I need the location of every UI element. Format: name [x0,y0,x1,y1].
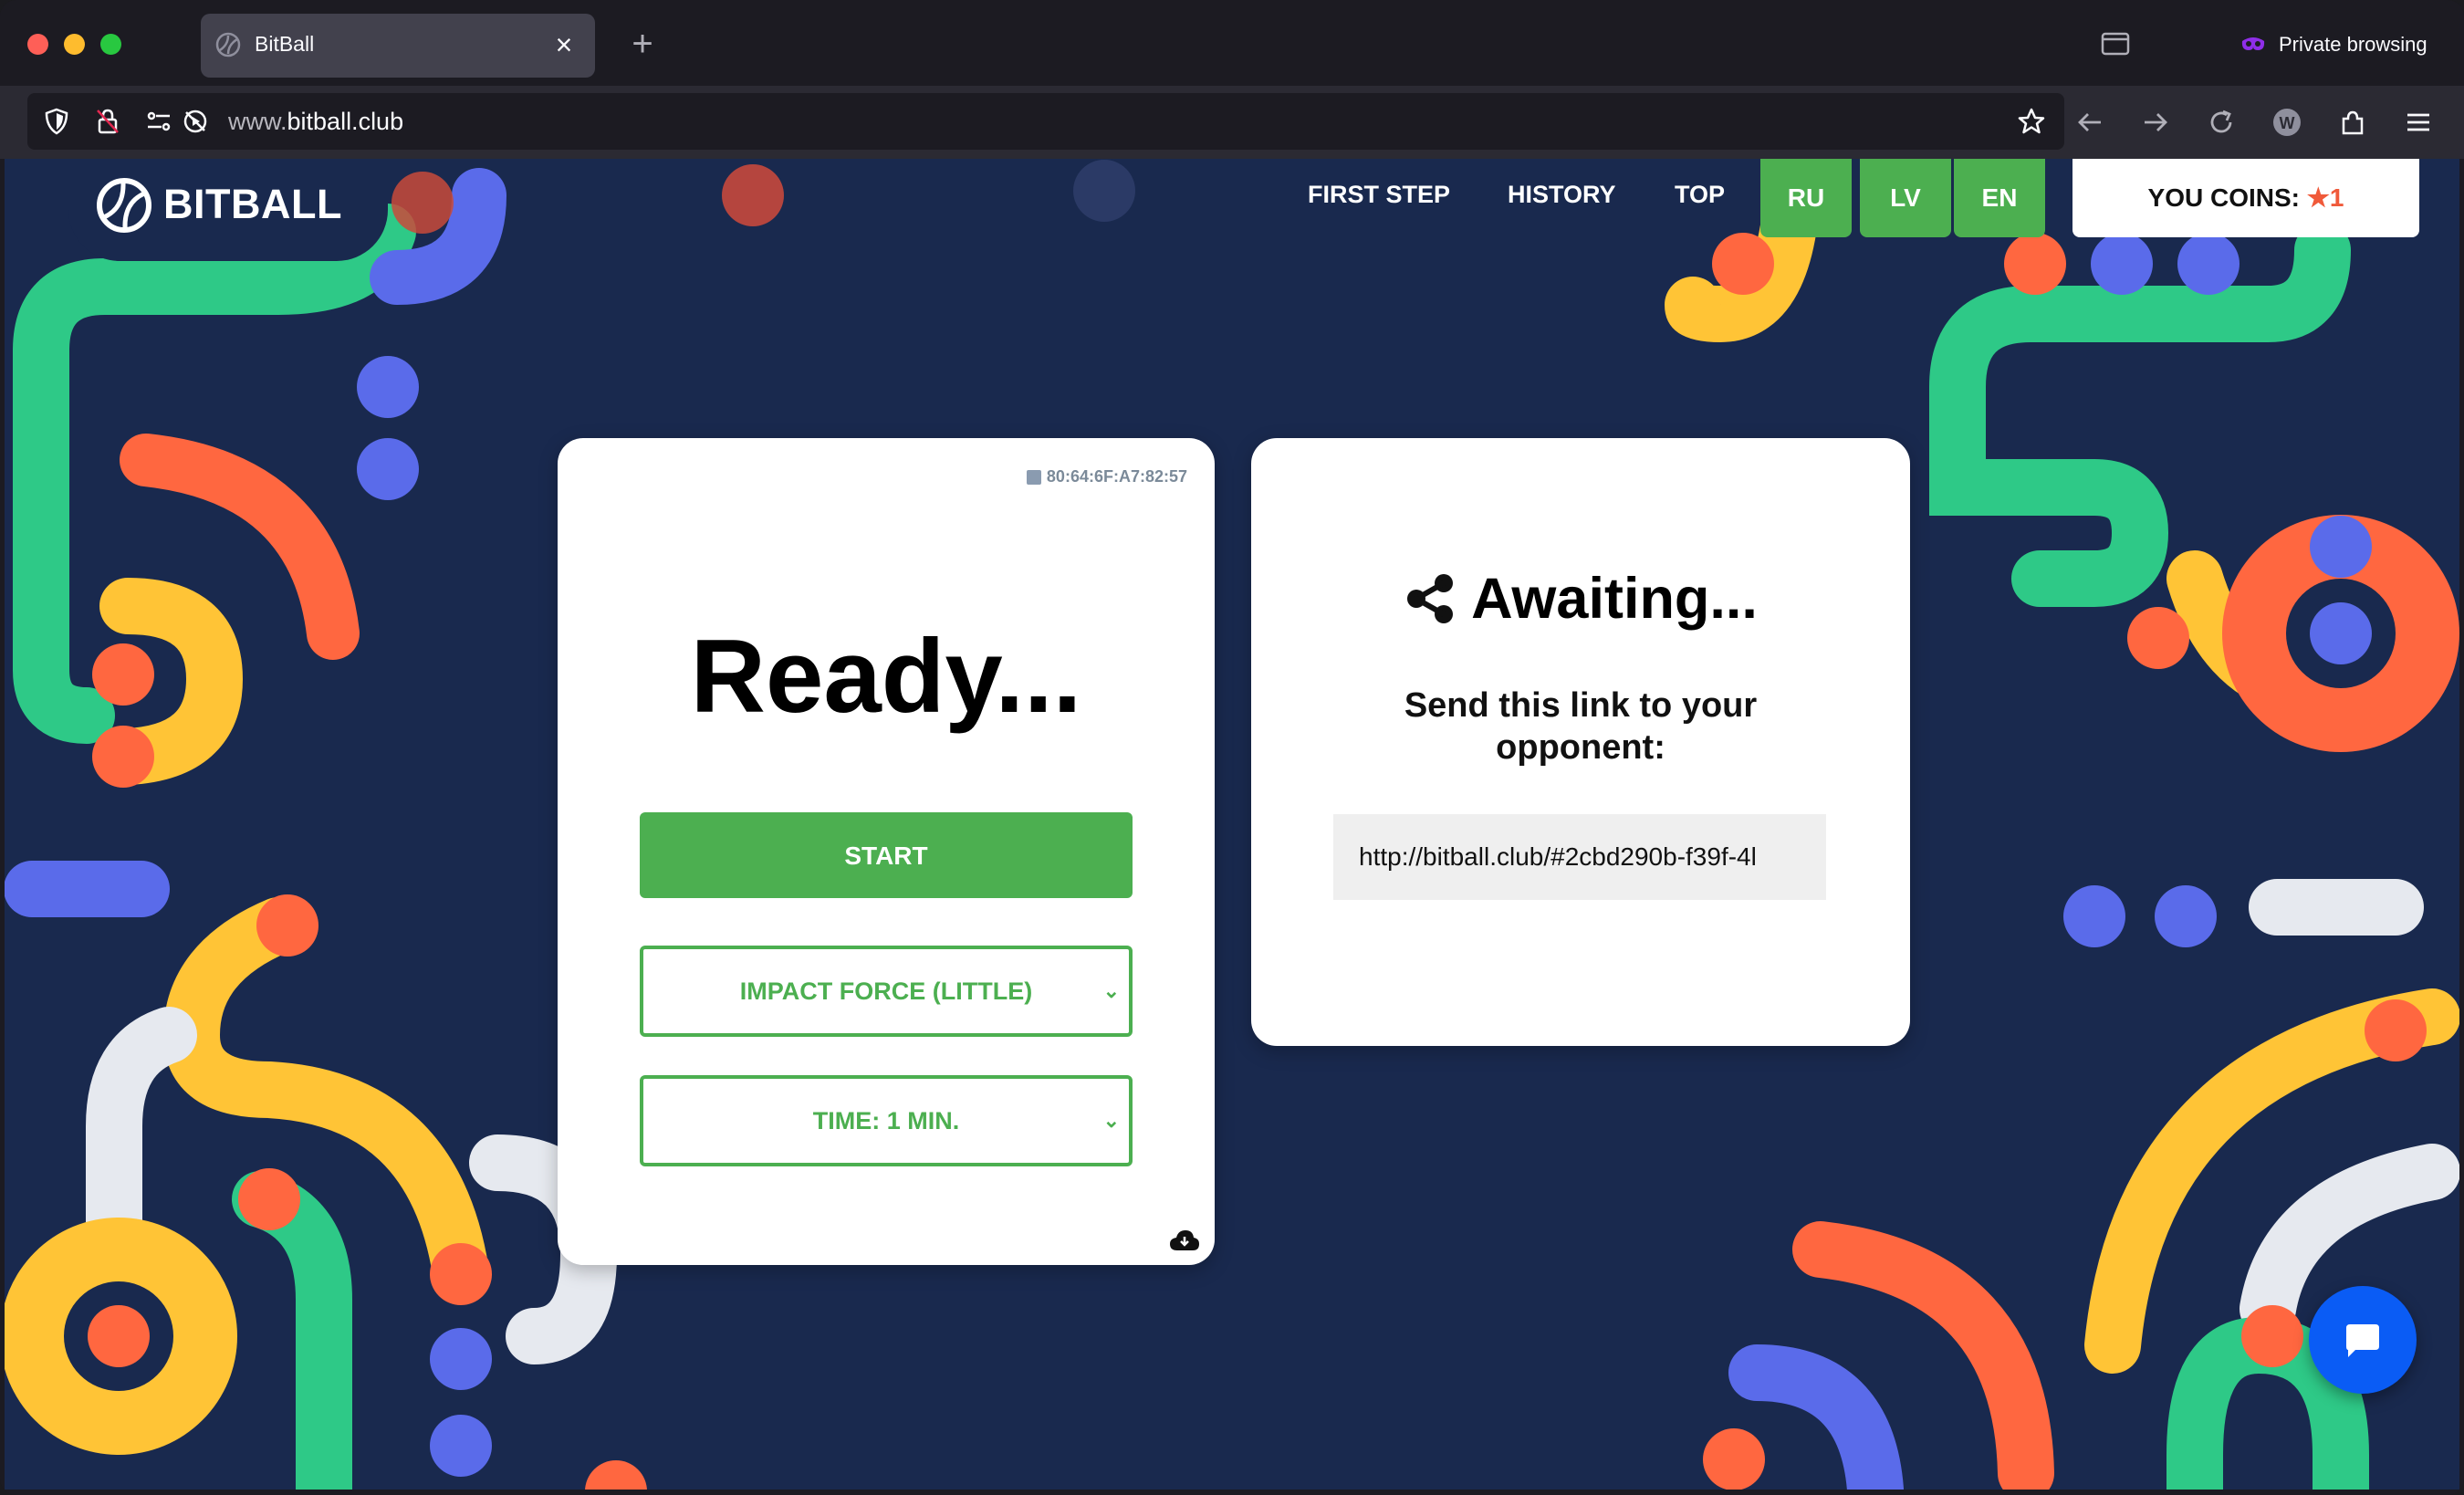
close-tab-icon[interactable]: × [546,26,582,63]
private-browsing-indicator: Private browsing [2240,30,2427,59]
impact-force-select[interactable]: IMPACT FORCE (LITTLE) ⌄ [640,946,1133,1037]
device-icon [1026,469,1041,485]
svg-text:W: W [2280,114,2295,132]
menu-top[interactable]: TOP [1675,181,1725,209]
url-prefix: www. [228,108,287,135]
back-arrow-icon[interactable] [2073,106,2106,139]
menu-first-step[interactable]: FIRST STEP [1308,181,1450,209]
coins-label: YOU COINS: [2147,183,2300,212]
tracking-protection-shield-icon[interactable] [42,107,71,136]
zoom-window-button[interactable] [100,34,121,55]
tab-overview-icon[interactable] [2101,31,2130,57]
permissions-icon[interactable] [144,107,173,136]
time-value: TIME: 1 MIN. [812,1107,960,1134]
game-status: Ready... [690,619,1082,735]
insecure-lock-icon[interactable] [93,107,122,136]
device-id: 80:64:6F:A7:82:57 [1046,467,1187,486]
share-icon [1407,574,1454,623]
awaiting-heading: Awaiting... [1251,566,1910,632]
cloud-download-icon[interactable] [1169,1228,1200,1252]
decorative-background [5,159,2459,1490]
url-text[interactable]: www.bitball.club [228,108,403,136]
tab-bar: BitBall × + Private browsing [0,0,2464,86]
url-host: bitball.club [287,108,404,135]
bitball-page: BITBALL FIRST STEP HISTORY TOP RU LV EN … [5,159,2459,1490]
chat-bubble-icon [2346,1324,2379,1357]
new-tab-icon[interactable]: + [622,24,663,64]
private-browsing-label: Private browsing [2279,33,2427,56]
forward-arrow-icon[interactable] [2139,106,2172,139]
reload-icon[interactable] [2205,106,2238,139]
star-icon: ★ [2306,183,2330,212]
awaiting-title: Awaiting... [1471,567,1758,631]
language-ru-button[interactable]: RU [1760,159,1852,237]
bookmark-star-icon[interactable] [2017,107,2046,136]
navigation-bar: www.bitball.club W [0,86,2464,159]
language-lv-button[interactable]: LV [1860,159,1951,237]
close-window-button[interactable] [27,34,48,55]
logo-text: BITBALL [163,181,342,227]
account-avatar-icon[interactable]: W [2271,106,2303,139]
app-menu-hamburger-icon[interactable] [2402,106,2435,139]
invite-link-field[interactable]: http://bitball.club/#2cbd290b-f39f-4l [1333,814,1826,900]
chat-widget-button[interactable] [2309,1286,2417,1394]
private-mask-icon [2241,37,2265,50]
coins-badge[interactable]: YOU COINS: ★1 [2072,159,2419,237]
browser-window: BitBall × + Private browsing www.bitball… [0,0,2464,1495]
tab-bitball[interactable]: BitBall × [201,14,595,78]
send-link-instruction: Send this link to your opponent: [1404,686,1758,767]
blocked-autoplay-icon[interactable] [181,107,210,136]
extensions-puzzle-icon[interactable] [2336,106,2369,139]
language-en-button[interactable]: EN [1954,159,2045,237]
address-bar[interactable]: www.bitball.club [27,93,2064,150]
impact-force-value: IMPACT FORCE (LITTLE) [739,978,1033,1005]
coins-value: 1 [2329,183,2344,212]
chevron-down-icon: ⌄ [1102,979,1120,1002]
bitball-favicon-icon [215,32,241,58]
tennis-ball-logo-icon [97,178,151,233]
minimize-window-button[interactable] [64,34,85,55]
tab-title: BitBall [255,32,315,56]
game-card: 80:64:6F:A7:82:57 Ready... START IMPACT … [558,438,1215,1265]
invite-card: Awaiting... Send this link to your oppon… [1251,438,1910,1046]
chevron-down-icon: ⌄ [1102,1109,1120,1132]
menu-history[interactable]: HISTORY [1508,181,1616,209]
bitball-logo[interactable]: BITBALL [68,159,388,261]
start-button[interactable]: START [640,812,1133,898]
time-select[interactable]: TIME: 1 MIN. ⌄ [640,1075,1133,1166]
device-id-label: 80:64:6F:A7:82:57 [1026,467,1187,486]
